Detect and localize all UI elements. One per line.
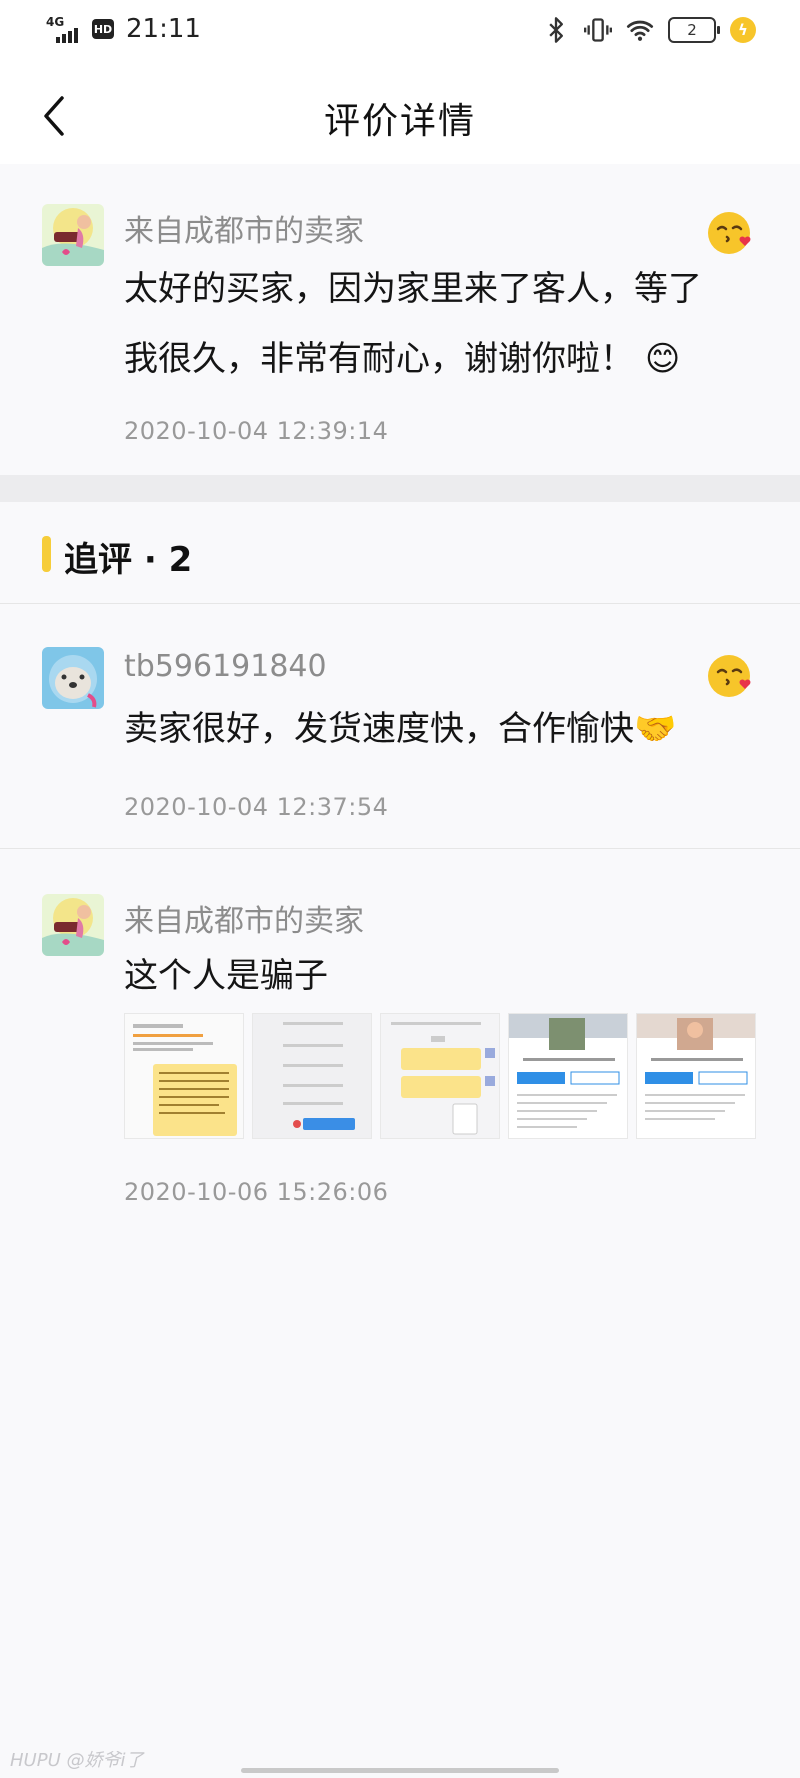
review-author[interactable]: 来自成都市的卖家: [124, 206, 364, 250]
image-thumbnail[interactable]: [252, 1013, 372, 1139]
follow-up-header: 追评 · 2: [0, 502, 800, 604]
review-content-line: 我很久，非常有耐心，谢谢你啦！ 😊: [124, 339, 681, 379]
avatar[interactable]: [42, 204, 104, 266]
network-type: 4G: [46, 15, 65, 29]
signal-icon: 4G: [46, 15, 86, 43]
review-author[interactable]: 来自成都市的卖家: [124, 896, 364, 940]
main-review: 来自成都市的卖家 太好的买家，因为家里来了客人，等了 我很久，非常有耐心，谢谢你…: [0, 164, 800, 475]
image-thumbnail[interactable]: [636, 1013, 756, 1139]
bluetooth-icon: [549, 17, 563, 43]
image-gallery: [124, 1013, 756, 1139]
follow-up-item: tb596191840 卖家很好，发货速度快，合作愉快🤝 2020-10-04 …: [0, 605, 800, 848]
review-timestamp: 2020-10-06 15:26:06: [124, 1178, 389, 1206]
status-left: 4G HD 21:11: [46, 14, 201, 44]
status-bar: 4G HD 21:11 2 ϟ: [0, 0, 800, 64]
handshake-emoji: 🤝: [634, 709, 677, 749]
review-timestamp: 2020-10-04 12:39:14: [124, 417, 389, 445]
clock: 21:11: [126, 14, 201, 44]
nav-header: 评价详情: [0, 64, 800, 164]
review-timestamp: 2020-10-04 12:37:54: [124, 793, 389, 821]
section-separator: [0, 475, 800, 502]
accent-bar: [42, 536, 51, 572]
watermark: HUPU @娇爷i了: [10, 1750, 144, 1771]
review-content-line: 太好的买家，因为家里来了客人，等了: [124, 269, 702, 309]
avatar[interactable]: [42, 647, 104, 709]
kiss-wink-emoji-icon[interactable]: [705, 208, 755, 258]
review-content: 卖家很好，发货速度快，合作愉快🤝: [124, 709, 677, 749]
review-content: 太好的买家，因为家里来了客人，等了 我很久，非常有耐心，谢谢你啦！ 😊: [124, 254, 764, 394]
charging-icon: ϟ: [730, 17, 756, 43]
smile-emoji: 😊: [644, 339, 681, 379]
status-right: 2 ϟ: [542, 16, 756, 44]
home-indicator[interactable]: [241, 1768, 559, 1773]
image-thumbnail[interactable]: [508, 1013, 628, 1139]
hd-badge: HD: [92, 19, 114, 39]
image-thumbnail[interactable]: [124, 1013, 244, 1139]
avatar[interactable]: [42, 894, 104, 956]
review-content: 这个人是骗子: [124, 956, 328, 996]
page-title: 评价详情: [323, 101, 476, 142]
battery-level: 2: [687, 21, 697, 39]
battery-icon: 2: [668, 17, 720, 43]
follow-up-title: 追评 · 2: [64, 540, 193, 580]
vibrate-icon: [584, 18, 612, 42]
image-thumbnail[interactable]: [380, 1013, 500, 1139]
wifi-icon: [626, 20, 654, 41]
review-author[interactable]: tb596191840: [124, 649, 327, 684]
